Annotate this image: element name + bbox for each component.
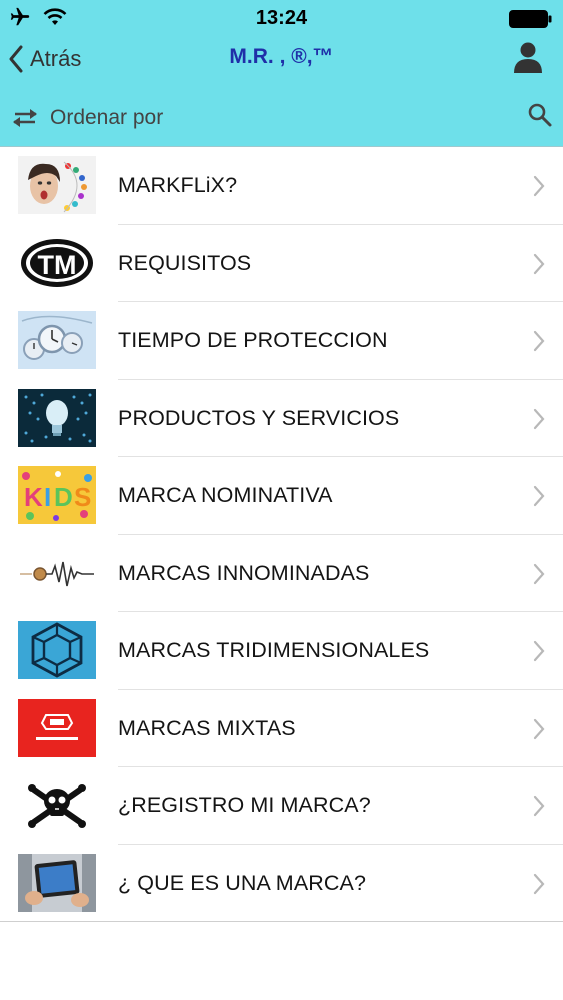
list-item-label: MARCAS TRIDIMENSIONALES (118, 638, 430, 662)
page-title: M.R. , ®,™ (229, 45, 334, 68)
face-icon (18, 156, 96, 214)
svg-text:K: K (24, 482, 43, 512)
chevron-right-icon (533, 718, 545, 739)
list-item-label: ¿REGISTRO MI MARCA? (118, 793, 371, 817)
profile-icon[interactable] (511, 40, 545, 74)
list-item[interactable]: ¿REGISTRO MI MARCA? (0, 767, 563, 845)
svg-text:I: I (44, 482, 51, 512)
sort-label: Ordenar por (50, 106, 164, 129)
list-item[interactable]: MARCAS MIXTAS (0, 690, 563, 768)
list-item-label: MARCAS INNOMINADAS (118, 560, 370, 585)
list-item[interactable]: PRODUCTOS Y SERVICIOS (0, 380, 563, 458)
list-item-label: MARCAS MIXTAS (118, 715, 296, 740)
list-item-label: MARCA NOMINATIVA (118, 483, 333, 507)
back-button[interactable]: Atrás (8, 42, 81, 76)
status-time: 13:24 (255, 7, 308, 29)
list-item[interactable]: MARCAS INNOMINADAS (0, 535, 563, 613)
svg-text:TM: TM (38, 250, 77, 280)
chevron-right-icon (533, 175, 545, 197)
svg-text:S: S (74, 482, 91, 512)
battery-icon (509, 10, 552, 28)
list-item-label: PRODUCTOS Y SERVICIOS (118, 405, 400, 430)
list-item-label: REQUISITOS (118, 250, 252, 275)
chevron-right-icon (533, 563, 545, 584)
list-item[interactable]: TIEMPO DE PROTECCION (0, 302, 563, 380)
hexagon-cube-icon (18, 621, 96, 679)
tm-logo-icon: TM (18, 233, 96, 292)
list-item[interactable]: ¿ QUE ES UNA MARCA? (0, 845, 563, 923)
skull-crossbones-icon (18, 776, 96, 834)
app-header: 13:24 Atrás M.R. , ®,™ Ordenar por (0, 0, 563, 147)
list-item[interactable]: K I D S MARCA NOMINATIVA (0, 457, 563, 535)
search-icon[interactable] (527, 102, 553, 128)
list-item[interactable]: MARCAS TRIDIMENSIONALES (0, 612, 563, 690)
chevron-right-icon (533, 485, 545, 507)
menu-list: MARKFLiX? TM REQUISITOS TIEMPO DE PROTEC… (0, 147, 563, 922)
navigation-bar: Atrás M.R. , ®,™ (0, 36, 563, 84)
list-item[interactable]: MARKFLiX? (0, 147, 563, 225)
chevron-left-icon (9, 45, 23, 73)
svg-text:D: D (54, 482, 73, 512)
clocks-icon (18, 311, 96, 369)
sort-button[interactable]: Ordenar por (10, 102, 163, 134)
chevron-right-icon (533, 873, 545, 894)
back-label: Atrás (30, 46, 82, 71)
sort-toolbar: Ordenar por (0, 96, 563, 140)
tablet-hands-icon (18, 853, 96, 912)
status-bar: 13:24 (0, 0, 563, 36)
kids-text-icon: K I D S (18, 466, 96, 524)
chevron-right-icon (533, 795, 545, 817)
chevron-right-icon (533, 253, 545, 274)
red-logo-icon (18, 698, 96, 757)
chevron-right-icon (533, 408, 545, 429)
swap-arrows-icon (13, 109, 37, 127)
list-item-label: TIEMPO DE PROTECCION (118, 328, 388, 352)
soundwave-icon (18, 543, 96, 602)
chevron-right-icon (533, 330, 545, 352)
lightbulb-icon (18, 388, 96, 447)
list-item-label: ¿ QUE ES UNA MARCA? (118, 870, 367, 895)
list-item[interactable]: TM REQUISITOS (0, 225, 563, 303)
list-item-label: MARKFLiX? (118, 173, 238, 197)
chevron-right-icon (533, 640, 545, 662)
